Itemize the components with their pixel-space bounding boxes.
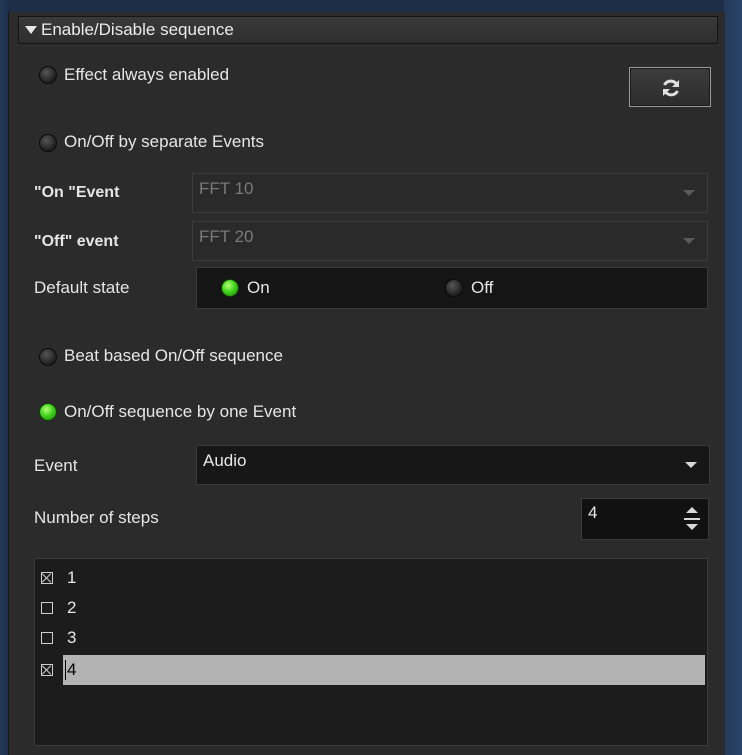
window-frame-top	[8, 0, 724, 12]
radio-separate-events[interactable]	[39, 134, 57, 152]
radio-one-event[interactable]	[39, 403, 57, 421]
spin-divider	[684, 518, 700, 520]
refresh-icon	[663, 79, 679, 97]
event-value: Audio	[203, 451, 247, 470]
radio-always-enabled[interactable]	[39, 66, 57, 84]
list-item[interactable]: 3	[37, 623, 705, 653]
label-default-off: Off	[471, 278, 494, 297]
step-label: 1	[67, 568, 77, 587]
text-caret	[65, 660, 66, 680]
off-event-select[interactable]: FFT 20	[192, 221, 708, 261]
label-off-event: "Off" event	[34, 233, 119, 250]
on-event-select[interactable]: FFT 10	[192, 173, 708, 213]
label-default-on: On	[247, 278, 270, 297]
step-checkbox[interactable]	[41, 632, 53, 644]
list-item[interactable]: 4	[37, 655, 705, 685]
chevron-down-icon	[683, 238, 695, 244]
default-state-group: On Off	[196, 267, 708, 309]
steps-list: 1 2 3 4	[34, 558, 708, 746]
label-number-of-steps: Number of steps	[34, 508, 159, 527]
list-item[interactable]: 2	[37, 593, 705, 623]
step-checkbox[interactable]	[41, 572, 53, 584]
off-event-value: FFT 20	[199, 227, 254, 246]
step-checkbox[interactable]	[41, 664, 53, 676]
step-label: 2	[67, 598, 77, 617]
steps-value: 4	[588, 503, 598, 522]
collapse-triangle-icon[interactable]	[25, 26, 37, 34]
step-checkbox[interactable]	[41, 602, 53, 614]
label-always-enabled: Effect always enabled	[64, 65, 230, 84]
window-frame-left	[0, 0, 8, 755]
label-default-state: Default state	[34, 278, 130, 297]
step-label: 4	[67, 660, 77, 679]
window-frame-right	[724, 0, 742, 755]
radio-default-on[interactable]	[221, 279, 239, 297]
refresh-button[interactable]	[629, 67, 711, 107]
section-header[interactable]: Enable/Disable sequence	[18, 16, 718, 44]
section-title: Enable/Disable sequence	[41, 20, 234, 39]
label-one-event: On/Off sequence by one Event	[64, 402, 297, 421]
radio-beat-based[interactable]	[39, 348, 57, 366]
chevron-down-icon	[683, 190, 695, 196]
label-on-event: "On "Event	[34, 184, 120, 201]
label-event: Event	[34, 456, 78, 475]
radio-default-off[interactable]	[445, 279, 463, 297]
label-beat-based: Beat based On/Off sequence	[64, 346, 283, 365]
selection-highlight	[63, 655, 705, 685]
spin-up-icon[interactable]	[686, 507, 698, 513]
steps-spinbox[interactable]: 4	[581, 498, 709, 540]
chevron-down-icon	[685, 462, 697, 468]
spin-down-icon[interactable]	[686, 524, 698, 530]
event-select[interactable]: Audio	[196, 445, 710, 485]
label-separate-events: On/Off by separate Events	[64, 132, 265, 151]
on-event-value: FFT 10	[199, 179, 254, 198]
step-label: 3	[67, 628, 77, 647]
list-item[interactable]: 1	[37, 563, 705, 593]
